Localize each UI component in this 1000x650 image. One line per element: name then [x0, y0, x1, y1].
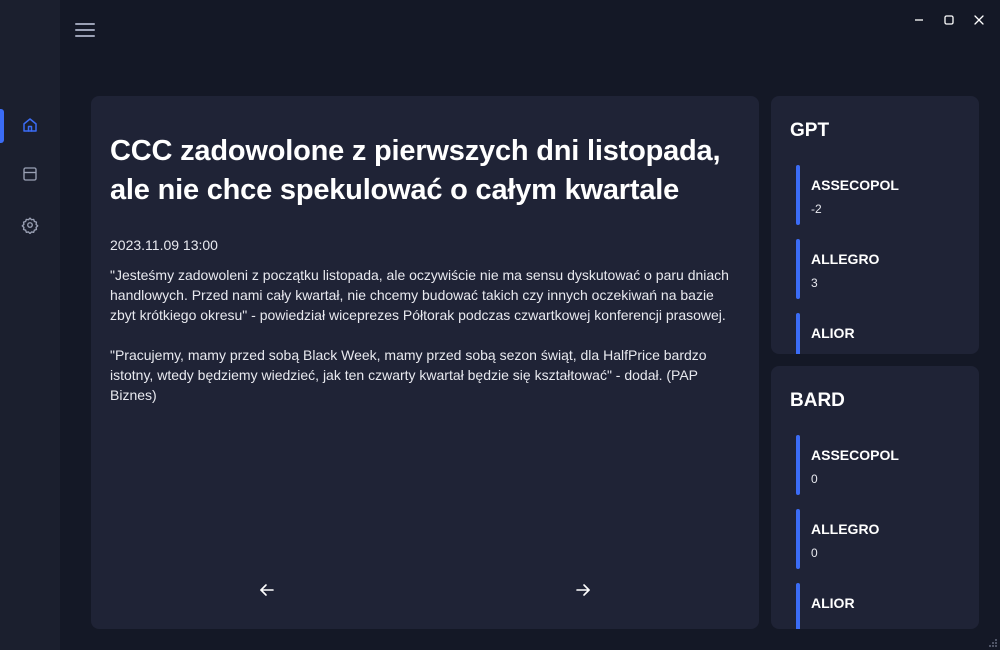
panel-title: GPT: [790, 120, 830, 141]
stock-name: ASSECOPOL: [811, 447, 899, 463]
list-item: ASSECOPOL -2: [796, 165, 969, 225]
resize-grip-icon[interactable]: [988, 638, 998, 648]
accent-bar: [796, 313, 800, 354]
home-icon: [23, 118, 37, 132]
sidebar-item-home[interactable]: [0, 107, 60, 143]
close-icon: [974, 15, 984, 25]
list-item: ALLEGRO 0: [796, 509, 969, 569]
maximize-icon: [944, 15, 954, 25]
stock-value: -2: [811, 202, 822, 216]
bard-panel: BARD ASSECOPOL 0 ALLEGRO 0 ALIOR: [771, 366, 979, 629]
settings-icon: [21, 217, 39, 234]
sidebar: [0, 0, 60, 650]
accent-bar: [796, 509, 800, 569]
menu-button[interactable]: [72, 18, 98, 42]
article-card: CCC zadowolone z pierwszych dni listopad…: [91, 96, 759, 629]
maximize-button[interactable]: [936, 8, 962, 32]
hamburger-icon: [75, 23, 95, 37]
stock-value: 0: [811, 472, 818, 486]
window-controls: [906, 8, 992, 32]
article-title: CCC zadowolone z pierwszych dni listopad…: [110, 135, 721, 206]
stock-value: 0: [811, 546, 818, 560]
accent-bar: [796, 435, 800, 495]
list-item: ASSECOPOL 0: [796, 435, 969, 495]
stock-name: ALLEGRO: [811, 251, 880, 267]
stock-name: ALLEGRO: [811, 521, 880, 537]
sidebar-item-settings[interactable]: [0, 207, 60, 243]
list-item: ALIOR: [796, 313, 969, 354]
list-item: ALLEGRO 3: [796, 239, 969, 299]
close-button[interactable]: [966, 8, 992, 32]
minimize-button[interactable]: [906, 8, 932, 32]
panel-title: BARD: [790, 390, 845, 411]
stock-list[interactable]: ASSECOPOL -2 ALLEGRO 3 ALIOR: [796, 165, 969, 354]
minimize-icon: [915, 19, 923, 21]
stock-value: 3: [811, 276, 818, 290]
accent-bar: [796, 239, 800, 299]
stock-name: ASSECOPOL: [811, 177, 899, 193]
next-article-button[interactable]: [567, 578, 599, 602]
stock-name: ALIOR: [811, 595, 855, 611]
stock-name: ALIOR: [811, 325, 855, 341]
gpt-panel: GPT ASSECOPOL -2 ALLEGRO 3 ALIOR: [771, 96, 979, 354]
sidebar-item-layout[interactable]: [0, 156, 60, 192]
accent-bar: [796, 583, 800, 629]
app-window: CCC zadowolone z pierwszych dni listopad…: [0, 0, 1000, 650]
arrow-left-icon: [260, 584, 274, 596]
article-date: 2023.11.09 13:00: [110, 237, 218, 253]
arrow-right-icon: [576, 584, 590, 596]
previous-article-button[interactable]: [251, 578, 283, 602]
stock-list[interactable]: ASSECOPOL 0 ALLEGRO 0 ALIOR: [796, 435, 969, 629]
layout-icon: [23, 167, 37, 181]
article-paragraph: "Pracujemy, mamy przed sobą Black Week, …: [110, 347, 707, 403]
article-paragraph: "Jesteśmy zadowoleni z początku listopad…: [110, 267, 729, 323]
accent-bar: [796, 165, 800, 225]
list-item: ALIOR: [796, 583, 969, 629]
